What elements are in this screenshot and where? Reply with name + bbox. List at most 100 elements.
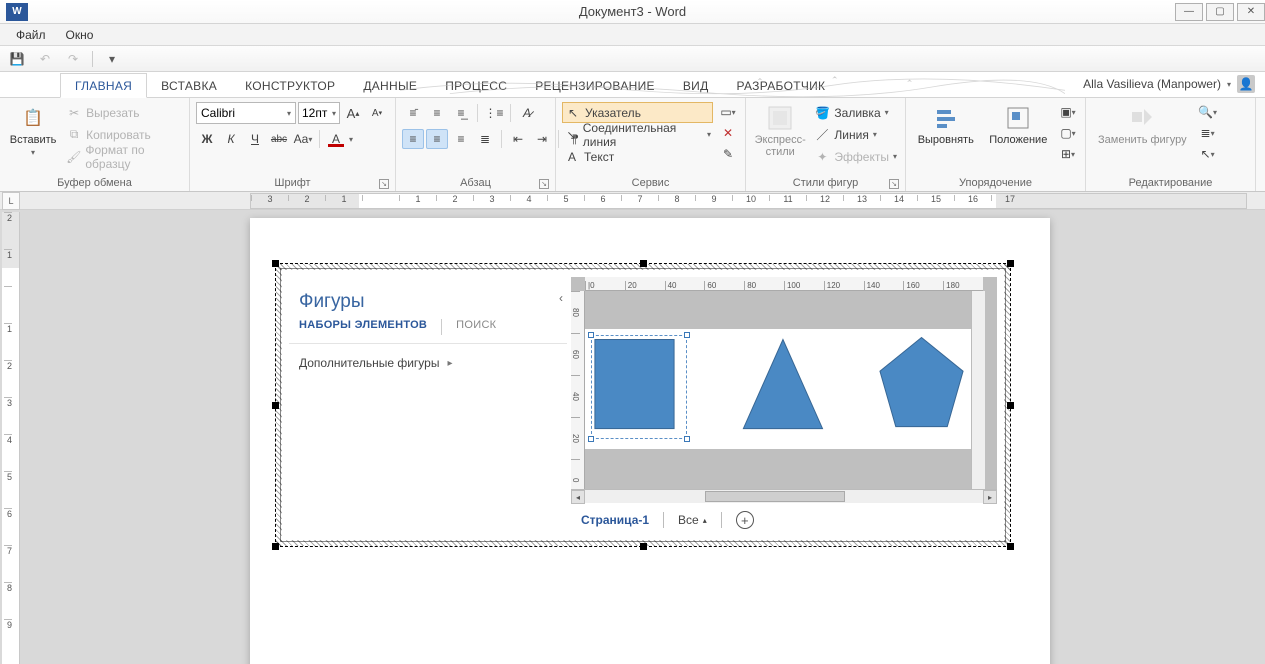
maximize-button[interactable]: ▢ (1206, 3, 1234, 21)
more-shapes-label: Дополнительные фигуры (299, 356, 439, 370)
align-left-button[interactable]: ≡ (402, 129, 424, 149)
shape-pentagon[interactable] (880, 338, 963, 427)
bullets-button[interactable]: ⋮≡ (483, 103, 505, 123)
shapes-panel-title: Фигуры (289, 277, 567, 319)
cut-button[interactable]: Вырезать (64, 102, 183, 123)
align-button[interactable]: Выровнять (912, 102, 980, 148)
ruler-corner[interactable]: L (2, 192, 20, 210)
horizontal-ruler[interactable]: 3211234567891011121314151617 (250, 193, 1247, 209)
position-button[interactable]: Положение (984, 102, 1054, 148)
fill-icon: 🪣 (814, 105, 830, 121)
underline-button[interactable]: Ч (244, 129, 266, 149)
canvas-ruler-vertical[interactable]: 806040200 (571, 291, 585, 489)
group-button[interactable]: ⊞▾ (1057, 144, 1079, 164)
select-button[interactable]: ↖▾ (1197, 144, 1219, 164)
express-styles-button[interactable]: Экспресс-стили (752, 102, 808, 160)
qat-customize[interactable]: ▾ (101, 49, 123, 69)
canvas-scrollbar-vertical[interactable] (971, 291, 985, 489)
shrink-font-button[interactable]: A▾ (366, 103, 388, 123)
text-tool-button[interactable]: AТекст (562, 146, 713, 167)
resize-handle[interactable] (1007, 543, 1014, 550)
resize-handle[interactable] (1007, 260, 1014, 267)
fill-button[interactable]: 🪣Заливка▾ (812, 102, 899, 123)
align-center-button[interactable]: ≡ (426, 129, 448, 149)
vertical-ruler[interactable]: 21123456789 (2, 212, 20, 664)
change-shape-button[interactable]: Заменить фигуру (1092, 102, 1193, 148)
tab-insert[interactable]: ВСТАВКА (147, 74, 231, 97)
connector-tool-button[interactable]: ↘Соединительная линия▾ (562, 124, 713, 145)
shapes-tab-search[interactable]: ПОИСК (456, 319, 496, 335)
all-pages-button[interactable]: Все▴ (678, 513, 707, 527)
undo-button[interactable]: ↶ (34, 49, 56, 69)
selection-handle[interactable] (588, 332, 594, 338)
layers-button[interactable]: ≣▾ (1197, 123, 1219, 143)
justify-button[interactable]: ≣ (474, 129, 496, 149)
align-middle-button[interactable]: ≡ (426, 103, 448, 123)
minimize-button[interactable]: — (1175, 3, 1203, 21)
more-shapes-button[interactable]: Дополнительные фигуры ▸ (289, 344, 567, 382)
selection-handle[interactable] (684, 436, 690, 442)
page-scroll-area[interactable]: ‹ Фигуры НАБОРЫ ЭЛЕМЕНТОВ ПОИСК Дополнит… (20, 210, 1265, 664)
menu-file[interactable]: Файл (6, 26, 56, 44)
scroll-thumb[interactable] (705, 491, 845, 502)
resize-handle[interactable] (272, 402, 279, 409)
scroll-track[interactable] (585, 490, 983, 503)
scroll-left-button[interactable]: ◂ (571, 490, 585, 504)
find-button[interactable]: 🔍▾ (1197, 102, 1219, 122)
bold-button[interactable]: Ж (196, 129, 218, 149)
tab-home[interactable]: ГЛАВНАЯ (60, 73, 147, 98)
resize-handle[interactable] (1007, 402, 1014, 409)
font-size-select[interactable]: 12пт▾ (298, 102, 340, 124)
canvas-ruler-horizontal[interactable]: |020406080100120140160180 (585, 277, 983, 291)
delete-connector-button[interactable]: ✕ (717, 123, 739, 143)
document-title: Документ3 - Word (579, 4, 686, 19)
scroll-right-button[interactable]: ▸ (983, 490, 997, 504)
bring-front-button[interactable]: ▣▾ (1057, 102, 1079, 122)
user-account[interactable]: Alla Vasilieva (Manpower) ▾ 👤 (1083, 75, 1255, 93)
add-page-button[interactable]: + (736, 511, 754, 529)
font-color-button[interactable]: A (325, 129, 347, 149)
canvas-scrollbar-horizontal[interactable]: ◂ ▸ (571, 489, 997, 503)
send-back-button[interactable]: ▢▾ (1057, 123, 1079, 143)
format-painter-button[interactable]: 🖌Формат по образцу (64, 146, 183, 167)
shape-triangle[interactable] (743, 340, 822, 429)
redo-button[interactable]: ↷ (62, 49, 84, 69)
align-bottom-button[interactable]: ≡̲ (450, 103, 472, 123)
embedded-visio-object[interactable]: ‹ Фигуры НАБОРЫ ЭЛЕМЕНТОВ ПОИСК Дополнит… (280, 268, 1006, 542)
paragraph-dialog-launcher[interactable]: ↘ (539, 179, 549, 189)
menu-window[interactable]: Окно (56, 26, 104, 44)
align-top-button[interactable]: ≡̄ (402, 103, 424, 123)
close-button[interactable]: ✕ (1237, 3, 1265, 21)
grow-font-button[interactable]: A▴ (342, 103, 364, 123)
drawing-canvas[interactable] (585, 329, 971, 449)
tab-design[interactable]: КОНСТРУКТОР (231, 74, 349, 97)
align-right-button[interactable]: ≡ (450, 129, 472, 149)
selection-handle[interactable] (588, 436, 594, 442)
save-button[interactable]: 💾 (6, 49, 28, 69)
increase-indent-button[interactable]: ⇥ (531, 129, 553, 149)
resize-handle[interactable] (272, 543, 279, 550)
effects-button[interactable]: ✦Эффекты▾ (812, 146, 899, 167)
decrease-indent-button[interactable]: ⇤ (507, 129, 529, 149)
shapes-tab-sets[interactable]: НАБОРЫ ЭЛЕМЕНТОВ (299, 319, 427, 335)
resize-handle[interactable] (640, 543, 647, 550)
resize-handle[interactable] (272, 260, 279, 267)
page-tab[interactable]: Страница-1 (581, 513, 649, 527)
font-dialog-launcher[interactable]: ↘ (379, 179, 389, 189)
italic-button[interactable]: К (220, 129, 242, 149)
change-case-button[interactable]: Aa▾ (292, 129, 314, 149)
strike-button[interactable]: abc (268, 129, 290, 149)
font-name-select[interactable]: Calibri▾ (196, 102, 296, 124)
line-button[interactable]: ／Линия▾ (812, 124, 899, 145)
resize-handle[interactable] (640, 260, 647, 267)
font-color-dropdown[interactable]: ▾ (349, 135, 353, 144)
shape-selection[interactable] (591, 335, 687, 439)
copy-label: Копировать (86, 128, 151, 142)
clear-format-button[interactable]: A̷ (516, 103, 538, 123)
rectangle-tool-button[interactable]: ▭▾ (717, 102, 739, 122)
selection-handle[interactable] (684, 332, 690, 338)
shape-styles-dialog-launcher[interactable]: ↘ (889, 179, 899, 189)
paste-button[interactable]: 📋 Вставить ▾ (6, 102, 60, 159)
freeform-tool-button[interactable]: ✎ (717, 144, 739, 164)
collapse-panel-button[interactable]: ‹ (559, 291, 563, 305)
